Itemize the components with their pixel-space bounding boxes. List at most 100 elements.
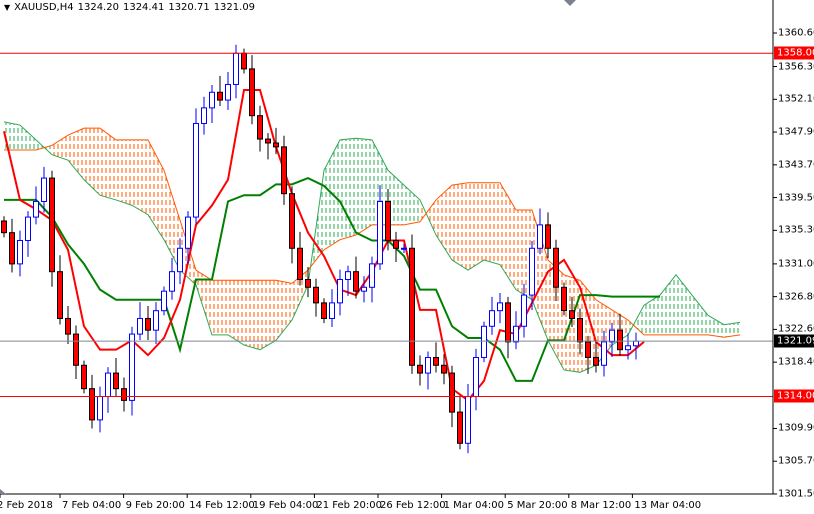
candle-body [57, 271, 63, 319]
candle [497, 293, 503, 324]
price-tick-label: 1352.10 [778, 93, 814, 105]
time-tick-label: 8 Mar 12:00 [570, 500, 632, 511]
candle-body [209, 91, 215, 109]
candle-body [321, 302, 327, 319]
candle-body [25, 216, 31, 241]
candle [537, 208, 543, 255]
chart-shift-marker-icon[interactable] [564, 0, 576, 6]
candle-body [1, 220, 7, 234]
candle [433, 342, 439, 373]
cloud-segment [644, 295, 660, 335]
price-tick-label: 1305.70 [778, 455, 814, 467]
candle-body [449, 372, 455, 413]
candle [481, 321, 487, 363]
price-tick-label: 1331.00 [778, 258, 814, 270]
candle [1, 216, 7, 238]
candle [137, 302, 143, 341]
candle-body [297, 247, 303, 280]
candle [417, 355, 423, 386]
candle-body [473, 356, 479, 397]
candle [457, 395, 463, 450]
candle-body [273, 142, 279, 148]
time-tick-label: 26 Feb 12:00 [380, 500, 446, 511]
candle-body [537, 224, 543, 249]
candle-body [593, 356, 599, 366]
candle [209, 85, 215, 123]
candle [289, 186, 295, 264]
candle-body [105, 372, 111, 397]
candle-body [401, 247, 407, 250]
cloud-segment [452, 182, 468, 271]
price-axis-ticks [773, 32, 777, 495]
candle-body [441, 364, 447, 374]
candle [121, 377, 127, 412]
candle-body [609, 329, 615, 343]
candle-body [505, 302, 511, 343]
candle-body [289, 193, 295, 249]
price-tick-label: 1347.90 [778, 126, 814, 138]
candle [81, 360, 87, 394]
candle [153, 302, 159, 344]
candle [89, 374, 95, 429]
candle-body [233, 52, 239, 85]
candle-body [201, 107, 207, 124]
symbol-label: XAUUSD,H4 [14, 2, 74, 13]
price-tick-label: 1339.50 [778, 192, 814, 204]
candle [241, 48, 247, 74]
cloud-segment [244, 280, 260, 350]
candle-body [497, 302, 503, 312]
candle [313, 278, 319, 317]
candle [329, 289, 335, 328]
candle-body [9, 232, 15, 265]
cloud-segment [100, 128, 116, 200]
candle [257, 105, 263, 152]
candle-body [97, 395, 103, 421]
candle [33, 186, 39, 225]
candle-body [265, 138, 271, 144]
candle [393, 231, 399, 263]
candle-body [137, 317, 143, 335]
candle-body [353, 271, 359, 292]
candle-body [585, 341, 591, 358]
candle-body [345, 271, 351, 280]
candle [265, 133, 271, 160]
cloud-segment [676, 274, 692, 335]
candle [281, 135, 287, 205]
ohlc-close: 1321.09 [213, 2, 256, 13]
candle-body [633, 340, 639, 347]
price-tick-label: 1322.60 [778, 323, 814, 335]
price-chart[interactable] [0, 0, 814, 514]
candle [145, 306, 151, 341]
candle-body [121, 388, 127, 401]
candle-body [601, 341, 607, 366]
candle-body [369, 263, 375, 288]
dropdown-arrow-icon[interactable]: ▼ [4, 3, 10, 12]
time-tick-label: 13 Mar 04:00 [634, 500, 702, 511]
candle-body [49, 177, 55, 273]
price-tick-label: 1356.30 [778, 61, 814, 73]
price-tick-label: 1318.40 [778, 356, 814, 368]
candle [225, 72, 231, 110]
cloud-segment [260, 280, 276, 350]
candle [233, 44, 239, 99]
cloud-segment [228, 280, 244, 345]
candle-body [193, 122, 199, 218]
candle-body [41, 177, 47, 202]
candle [57, 255, 63, 325]
time-tick-label: 21 Feb 20:00 [316, 500, 382, 511]
candle-body [81, 364, 87, 390]
candle [17, 230, 23, 277]
candle-body [17, 239, 23, 265]
candle-body [65, 317, 71, 335]
cloud-segment [692, 295, 708, 335]
candle-body [129, 333, 135, 401]
candle-body [545, 224, 551, 249]
candle-body [625, 345, 631, 351]
candle [473, 348, 479, 411]
candle [65, 306, 71, 344]
cloud-segment [276, 280, 292, 341]
price-tick-label: 1335.30 [778, 224, 814, 236]
candle-body [385, 200, 391, 241]
chart-title: ▼ XAUUSD,H4 1324.20 1324.41 1320.71 1321… [4, 2, 255, 13]
cloud-segment [132, 139, 148, 215]
